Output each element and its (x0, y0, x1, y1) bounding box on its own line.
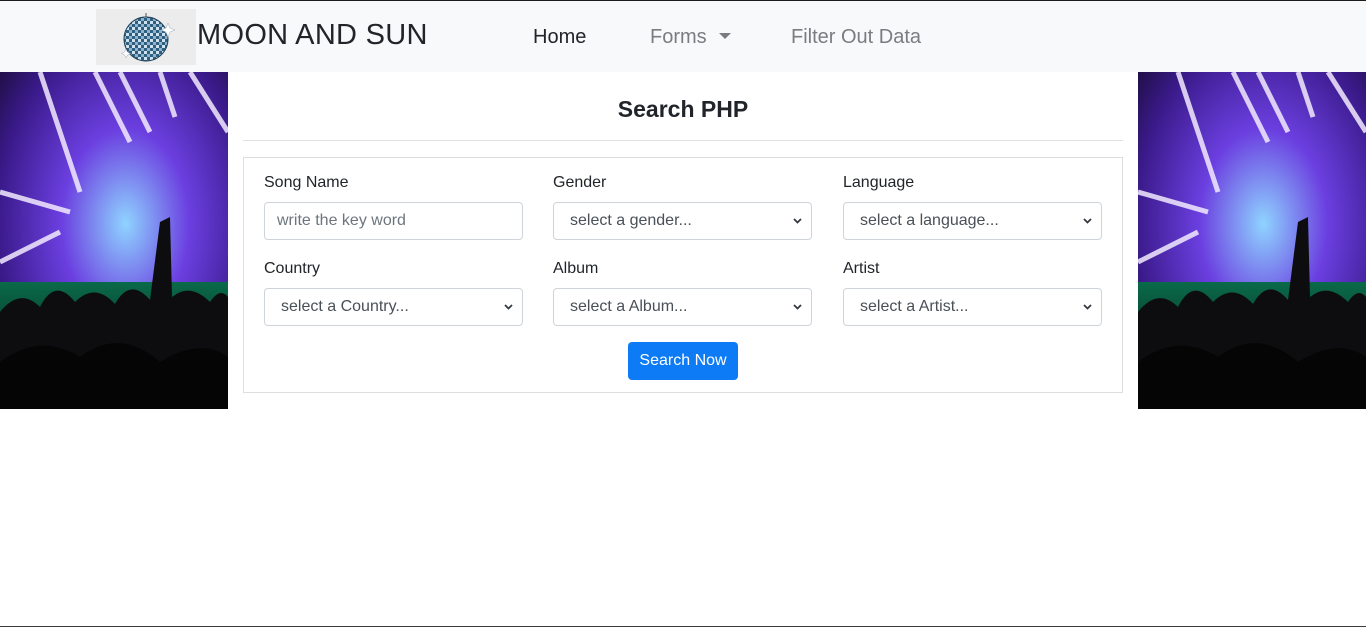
nav-filter-out-data[interactable]: Filter Out Data (791, 26, 921, 49)
concert-image-right (1138, 72, 1366, 409)
navbar: MOON AND SUN Home Forms Filter Out Data (0, 1, 1366, 72)
album-selected-value: select a Album... (570, 298, 688, 315)
page-title: Search PHP (617, 96, 749, 122)
gender-selected-value: select a gender... (570, 212, 692, 229)
song-name-label: Song Name (264, 174, 349, 191)
language-selected-value: select a language... (860, 212, 999, 229)
album-label: Album (553, 260, 599, 277)
artist-select[interactable]: select a Artist... (843, 288, 1102, 326)
song-name-placeholder: write the key word (277, 212, 406, 229)
country-select[interactable]: select a Country... (264, 288, 523, 326)
language-label: Language (843, 174, 915, 191)
nav-forms-label: Forms (650, 26, 707, 48)
country-label: Country (264, 260, 321, 277)
concert-image-left (0, 72, 228, 409)
nav-home[interactable]: Home (533, 26, 586, 49)
gender-label: Gender (553, 174, 607, 191)
country-selected-value: select a Country... (281, 298, 409, 315)
chevron-down-icon (1083, 304, 1092, 310)
chevron-down-icon (793, 304, 802, 310)
gender-select[interactable]: select a gender... (553, 202, 812, 240)
divider (243, 140, 1123, 141)
chevron-down-icon (793, 218, 802, 224)
song-name-input[interactable]: write the key word (264, 202, 523, 240)
search-form-card: Song Name write the key word Gender sele… (243, 157, 1123, 393)
nav-forms-dropdown[interactable]: Forms (650, 26, 731, 49)
artist-label: Artist (843, 260, 880, 277)
chevron-down-icon (504, 304, 513, 310)
artist-selected-value: select a Artist... (860, 298, 969, 315)
search-now-button[interactable]: Search Now (628, 342, 738, 380)
caret-down-icon (718, 33, 731, 39)
chevron-down-icon (1083, 218, 1092, 224)
brand-name[interactable]: MOON AND SUN (197, 19, 428, 52)
album-select[interactable]: select a Album... (553, 288, 812, 326)
disco-ball-icon[interactable] (96, 9, 196, 65)
language-select[interactable]: select a language... (843, 202, 1102, 240)
search-section: Search PHP Song Name write the key word … (228, 72, 1138, 409)
